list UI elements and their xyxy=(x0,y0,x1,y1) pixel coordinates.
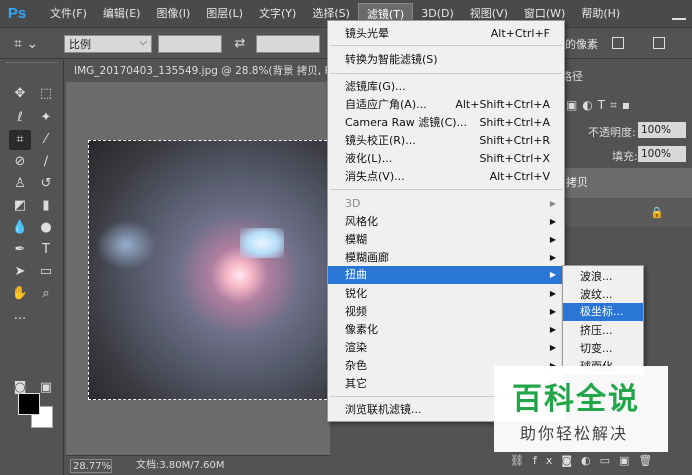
magic-wand-tool-icon[interactable]: ✦ xyxy=(35,108,57,128)
opacity-input[interactable]: 100% xyxy=(638,122,686,138)
crop-icon[interactable]: ⌗ ⌄ xyxy=(14,33,58,55)
eraser-tool-icon[interactable]: ◩ xyxy=(9,196,31,216)
layer-row-copy[interactable]: 拷贝 xyxy=(558,168,692,198)
submenu-item-wave[interactable]: 波浪... xyxy=(563,268,643,286)
dodge-tool-icon[interactable]: ● xyxy=(35,218,57,238)
status-bar: 28.77% 文档:3.80M/7.60M xyxy=(66,455,330,475)
menu-item-video[interactable]: 视频 ▶ xyxy=(328,303,564,321)
menu-item-3d: 3D ▶ xyxy=(345,197,556,210)
menu-file[interactable]: 文件(F) xyxy=(42,3,95,25)
menu-item-render[interactable]: 渲染 ▶ xyxy=(328,339,564,357)
menu-item-stylize[interactable]: 风格化 ▶ xyxy=(328,213,564,231)
menu-edit[interactable]: 编辑(E) xyxy=(95,3,149,25)
more-tools-icon[interactable]: ··· xyxy=(9,310,31,330)
menu-item-lens-correction[interactable]: 镜头校正(R)... Shift+Ctrl+R xyxy=(328,132,564,150)
menu-item-convert-smart-filter[interactable]: 转换为智能滤镜(S) xyxy=(328,51,564,69)
document-info[interactable]: 文档:3.80M/7.60M xyxy=(136,456,225,475)
zoom-level[interactable]: 28.77% xyxy=(70,459,112,473)
panel-grip[interactable] xyxy=(6,62,58,66)
menu-item-blur-gallery[interactable]: 模糊画廊 ▶ xyxy=(328,249,564,267)
delete-pixels-label: 的像素 xyxy=(565,38,598,51)
pen-tool-icon[interactable]: ✒ xyxy=(9,240,31,260)
menu-help[interactable]: 帮助(H) xyxy=(573,3,628,25)
watermark-subtitle: 助你轻松解决 xyxy=(520,424,629,443)
lock-icon: 🔒 xyxy=(650,206,664,219)
layers-panel-actions[interactable]: ⛓fx◙◐▭▣🗑 xyxy=(510,451,690,471)
menu-item-distort[interactable]: 扭曲 ▶ xyxy=(328,266,564,284)
zoom-tool-icon[interactable]: ⌕ xyxy=(35,284,57,304)
tools-panel: ✥ ⬚ ℓ ✦ ⌗ ⁄ ⊘ ∕ ♙ ↺ ◩ ▮ 💧 ● ✒ T ➤ ▭ ✋ ⌕ … xyxy=(0,60,64,475)
ratio-select[interactable]: 比例 xyxy=(64,34,152,53)
swap-icon[interactable]: ⇄ xyxy=(230,36,250,51)
marquee-tool-icon[interactable]: ⬚ xyxy=(35,84,57,104)
menu-item-adaptive-wide-angle[interactable]: 自适应广角(A)... Alt+Shift+Ctrl+A xyxy=(328,96,564,114)
content-aware-checkbox[interactable] xyxy=(612,37,624,49)
submenu-item-polar-coordinates[interactable]: 极坐标... xyxy=(563,303,643,321)
fill-label: 填充: xyxy=(612,150,638,163)
foreground-color-swatch[interactable] xyxy=(18,393,40,415)
brush-tool-icon[interactable]: ∕ xyxy=(35,152,57,172)
menu-item-sharpen[interactable]: 锐化 ▶ xyxy=(328,285,564,303)
menu-item-lens-flare[interactable]: 镜头光晕 Alt+Ctrl+F xyxy=(328,25,564,43)
menu-item-blur[interactable]: 模糊 ▶ xyxy=(328,231,564,249)
delete-cropped-checkbox[interactable] xyxy=(653,37,665,49)
ratio-width-input[interactable] xyxy=(158,34,222,53)
distort-submenu: 波浪... 波纹... 极坐标... 挤压... 切变... 球面化... xyxy=(562,265,644,375)
layer-filter-icons[interactable]: ▣◐T⌗▪ xyxy=(566,98,686,116)
layer-row-background[interactable] xyxy=(558,199,692,227)
menu-item-filter-gallery[interactable]: 滤镜库(G)... xyxy=(328,78,564,96)
submenu-item-pinch[interactable]: 挤压... xyxy=(563,322,643,340)
filter-menu: 镜头光晕 Alt+Ctrl+F 转换为智能滤镜(S) 滤镜库(G)... 自适应广… xyxy=(327,20,565,422)
menu-item-camera-raw[interactable]: Camera Raw 滤镜(C)... Shift+Ctrl+A xyxy=(328,114,564,132)
watermark: 百科全说 助你轻松解决 xyxy=(494,366,668,452)
ratio-height-input[interactable] xyxy=(256,34,320,53)
eyedropper-tool-icon[interactable]: ⁄ xyxy=(35,130,57,150)
lasso-tool-icon[interactable]: ℓ xyxy=(9,108,31,128)
photoshop-logo: Ps xyxy=(7,5,27,22)
clone-stamp-tool-icon[interactable]: ♙ xyxy=(9,174,31,194)
gradient-tool-icon[interactable]: ▮ xyxy=(35,196,57,216)
type-tool-icon[interactable]: T xyxy=(35,240,57,260)
menu-item-vanishing-point[interactable]: 消失点(V)... Alt+Ctrl+V xyxy=(328,168,564,186)
rectangle-tool-icon[interactable]: ▭ xyxy=(35,262,57,282)
fill-input[interactable]: 100% xyxy=(638,146,686,162)
document-tab[interactable]: IMG_20170403_135549.jpg @ 28.8%(背景 拷贝, R… xyxy=(66,60,330,82)
history-brush-tool-icon[interactable]: ↺ xyxy=(35,174,57,194)
selection-marquee xyxy=(88,140,332,400)
menu-image[interactable]: 图像(I) xyxy=(148,3,198,25)
minimize-icon[interactable] xyxy=(672,6,686,20)
blur-tool-icon[interactable]: 💧 xyxy=(9,218,31,238)
menu-item-pixelate[interactable]: 像素化 ▶ xyxy=(328,321,564,339)
hand-tool-icon[interactable]: ✋ xyxy=(9,284,31,304)
watermark-title: 百科全说 xyxy=(512,382,640,417)
menu-item-liquify[interactable]: 液化(L)... Shift+Ctrl+X xyxy=(328,150,564,168)
submenu-item-ripple[interactable]: 波纹... xyxy=(563,286,643,304)
submenu-item-shear[interactable]: 切变... xyxy=(563,340,643,358)
menu-type[interactable]: 文字(Y) xyxy=(251,3,304,25)
move-tool-icon[interactable]: ✥ xyxy=(9,84,31,104)
crop-tool-icon[interactable]: ⌗ xyxy=(9,130,31,150)
path-selection-tool-icon[interactable]: ➤ xyxy=(9,262,31,282)
opacity-label: 不透明度: xyxy=(588,126,636,139)
healing-brush-tool-icon[interactable]: ⊘ xyxy=(9,152,31,172)
menu-layer[interactable]: 图层(L) xyxy=(198,3,251,25)
